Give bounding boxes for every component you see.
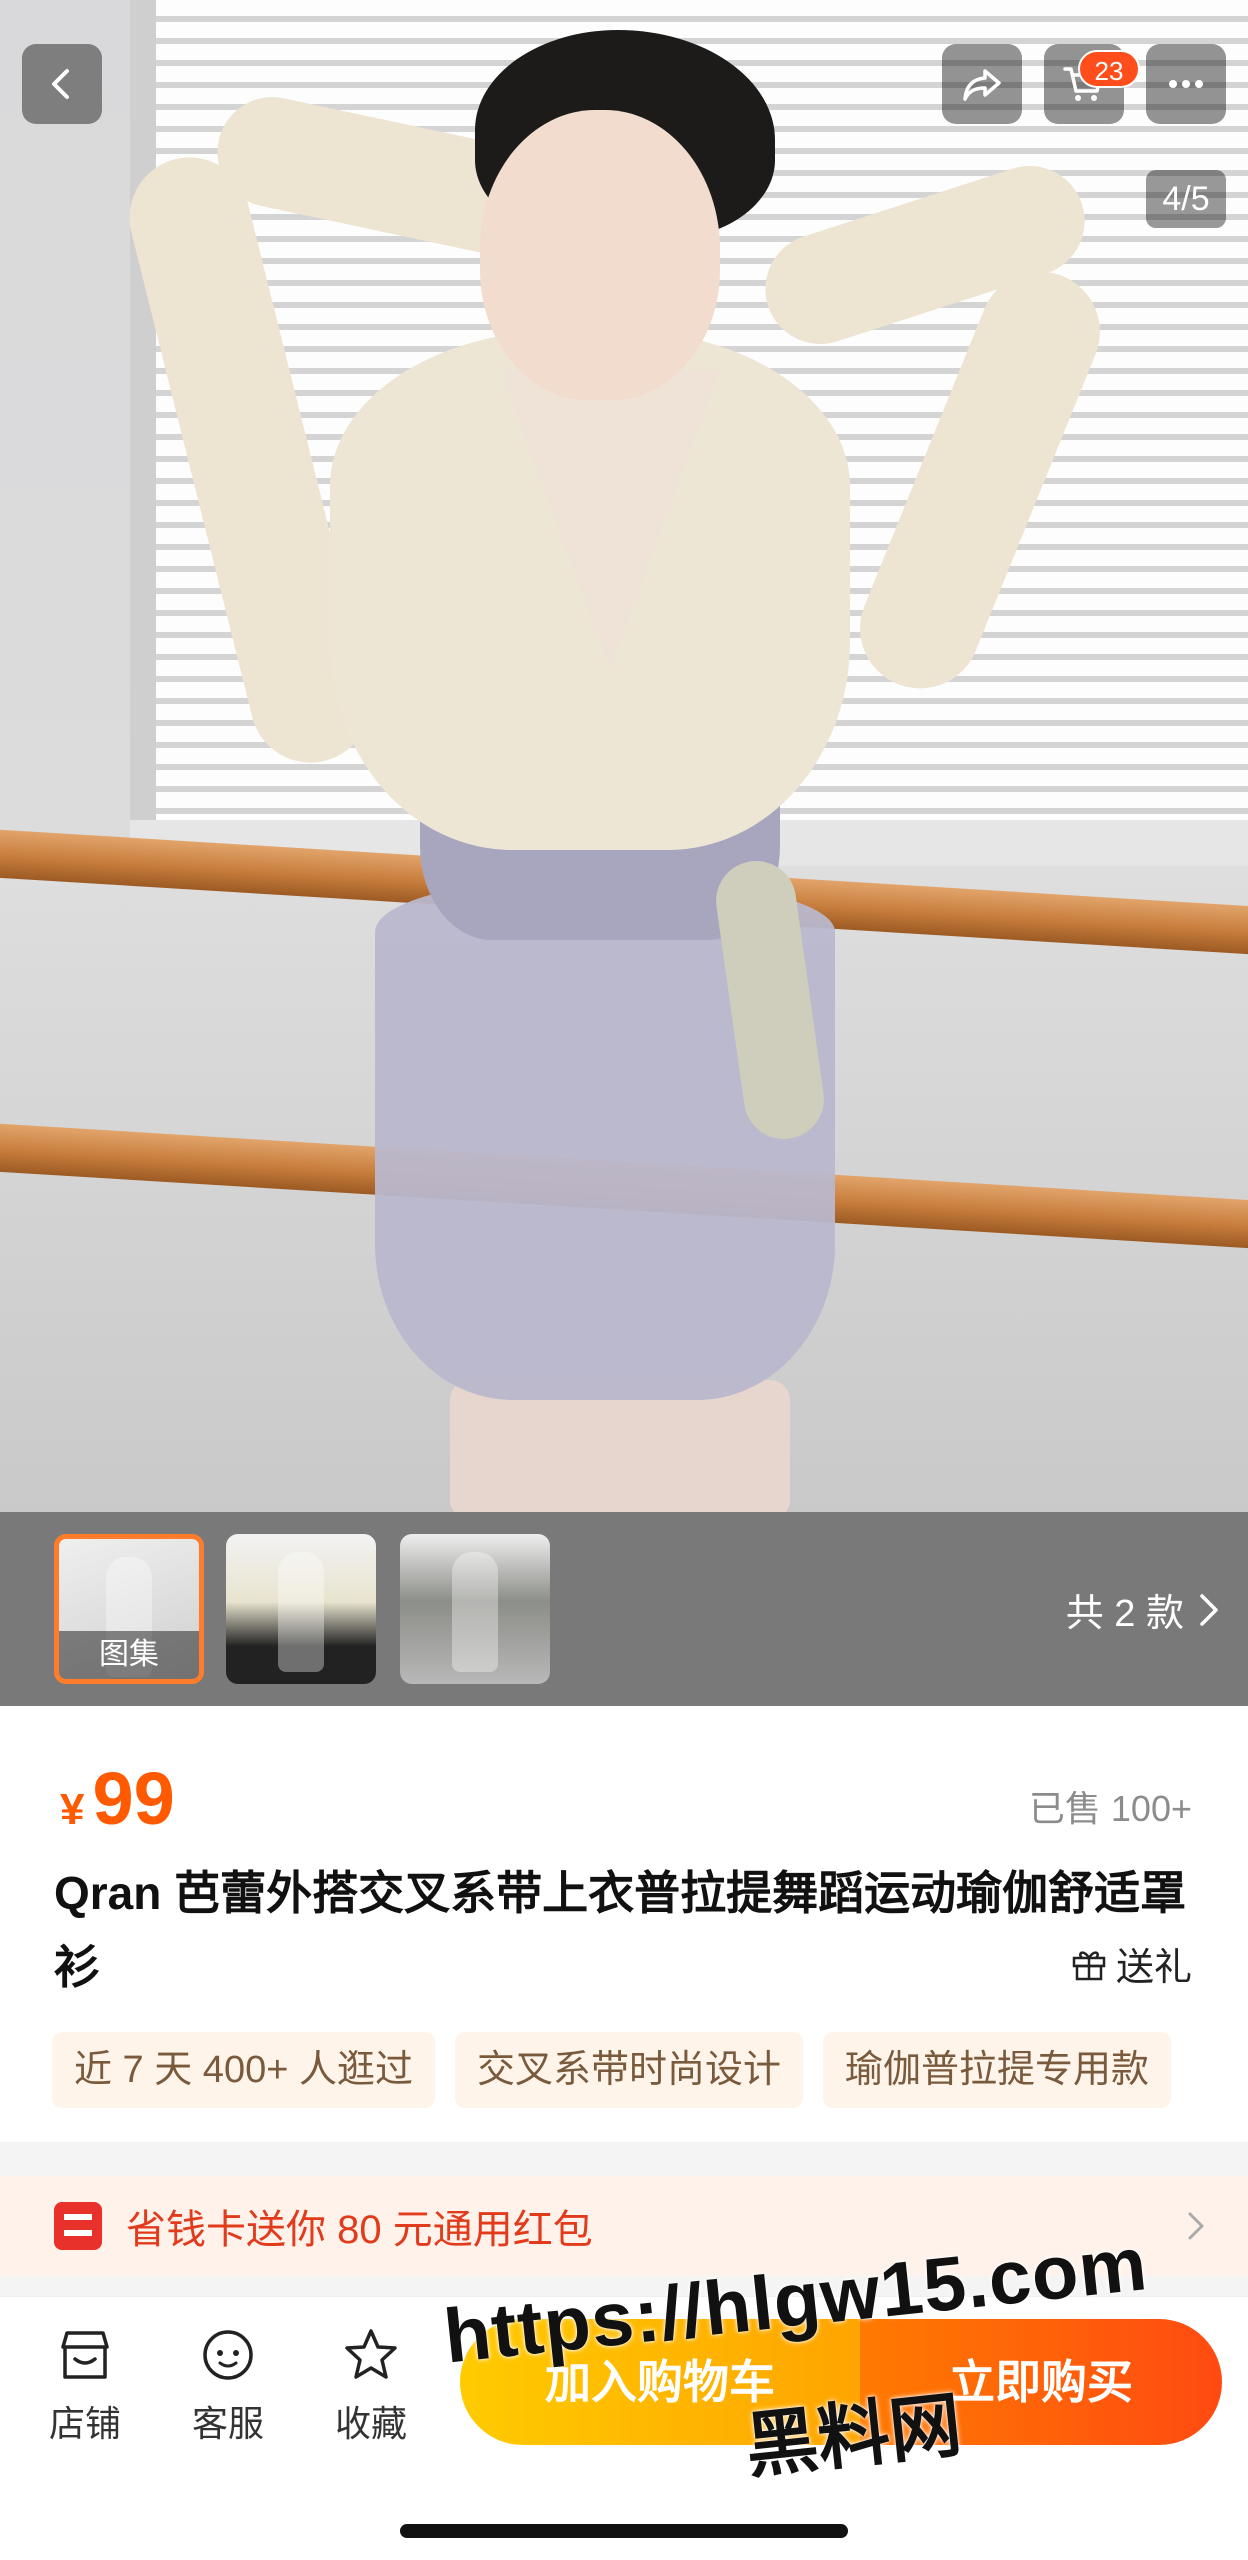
promo-text: 省钱卡送你 80 元通用红包 — [126, 2208, 593, 2252]
thumbnail-figure — [452, 1552, 498, 1672]
gift-button[interactable]: 送礼 — [1070, 1936, 1192, 1991]
price: ¥ 99 — [60, 1756, 175, 1841]
gift-label: 送礼 — [1115, 1947, 1192, 1989]
shop-label: 店铺 — [48, 2403, 121, 2444]
favorite-button[interactable]: 收藏 — [316, 2325, 426, 2447]
store-icon — [61, 2331, 109, 2379]
chat-smile-icon — [203, 2330, 253, 2380]
customer-service-button[interactable]: 客服 — [173, 2325, 283, 2447]
chevron-right-icon — [1200, 1593, 1218, 1626]
cart-count-badge: 23 — [1078, 50, 1140, 88]
image-page-indicator: 4/5 — [1146, 170, 1226, 228]
chevron-right-icon — [1188, 2212, 1204, 2240]
more-button[interactable] — [1146, 44, 1226, 124]
variants-label: 共 2 款 — [1065, 1593, 1184, 1635]
home-indicator[interactable] — [400, 2524, 848, 2538]
product-info-card: ¥ 99 已售 100+ Qran 芭蕾外搭交叉系带上衣普拉提舞蹈运动瑜伽舒适罩… — [0, 1706, 1248, 2142]
feature-tags: 近 7 天 400+ 人逛过 交叉系带时尚设计 瑜伽普拉提专用款 — [52, 2032, 1171, 2108]
thumbnail-variant-grey[interactable] — [400, 1534, 550, 1684]
thumbnail-variant-cream[interactable] — [226, 1534, 376, 1684]
gift-icon — [1072, 1950, 1106, 1980]
thumbnail-figure — [278, 1552, 324, 1672]
chevron-left-icon — [52, 69, 69, 99]
thumbnail-label: 图集 — [59, 1631, 199, 1679]
currency-symbol: ¥ — [60, 1785, 85, 1834]
more-dots-icon — [1169, 80, 1203, 88]
product-main-image[interactable] — [0, 0, 1248, 1512]
window-frame — [130, 0, 156, 870]
back-button[interactable] — [22, 44, 102, 124]
watermark-site: 黑料网 — [742, 2385, 966, 2488]
shop-button[interactable]: 店铺 — [30, 2325, 140, 2447]
favorite-label: 收藏 — [334, 2403, 407, 2444]
feature-tag: 交叉系带时尚设计 — [454, 2032, 803, 2108]
feature-tag: 瑜伽普拉提专用款 — [822, 2032, 1171, 2108]
price-value: 99 — [92, 1757, 175, 1840]
model-head — [480, 110, 720, 400]
share-icon — [963, 69, 1001, 101]
star-icon — [345, 2329, 397, 2379]
feature-tag: 近 7 天 400+ 人逛过 — [52, 2032, 435, 2108]
savings-card-icon — [54, 2202, 102, 2250]
product-title: Qran 芭蕾外搭交叉系带上衣普拉提舞蹈运动瑜伽舒适罩衫 — [54, 1867, 1187, 1993]
share-button[interactable] — [942, 44, 1022, 124]
variants-link[interactable]: 共 2 款 — [1066, 1582, 1224, 1637]
sold-count: 已售 100+ — [1028, 1788, 1192, 1829]
service-label: 客服 — [191, 2403, 264, 2444]
thumbnail-strip: 图集 共 2 款 — [0, 1512, 1248, 1706]
thumbnail-gallery[interactable]: 图集 — [54, 1534, 204, 1684]
